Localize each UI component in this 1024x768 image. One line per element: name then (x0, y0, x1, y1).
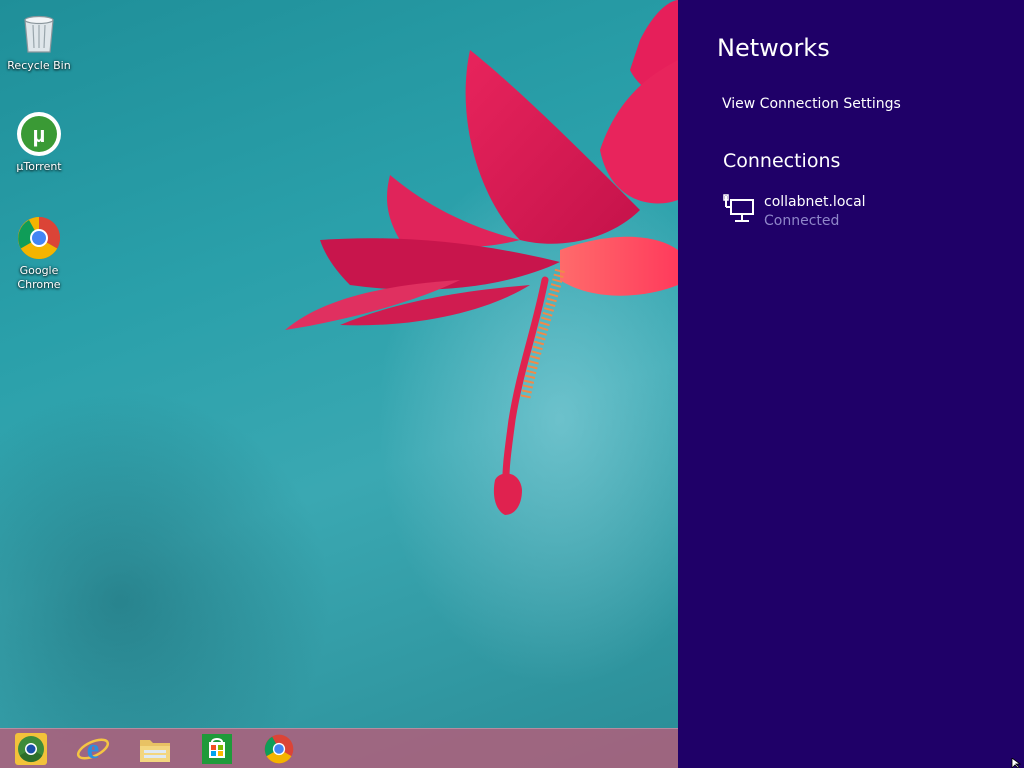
mouse-cursor-icon (1011, 758, 1022, 768)
desktop-icon-label: Recycle Bin (7, 59, 71, 72)
desktop[interactable]: Recycle Bin µ µTorrent Google Chrome e (0, 0, 678, 768)
networks-pane: Networks View Connection Settings Connec… (678, 0, 1024, 768)
recycle-bin-icon (16, 10, 62, 56)
network-status: Connected (764, 213, 840, 229)
desktop-icon-label: Google Chrome (17, 264, 61, 291)
desktop-icon-utorrent[interactable]: µ µTorrent (1, 111, 77, 174)
taskbar: e (0, 728, 678, 768)
view-connection-settings-link[interactable]: View Connection Settings (722, 96, 901, 112)
chrome-canary-icon (14, 732, 48, 766)
chrome-icon (262, 732, 296, 766)
taskbar-item-file-explorer[interactable] (124, 729, 186, 768)
taskbar-item-chrome-canary[interactable] (0, 729, 62, 768)
utorrent-icon: µ (16, 111, 62, 157)
store-icon (200, 732, 234, 766)
taskbar-item-store[interactable] (186, 729, 248, 768)
pane-title: Networks (717, 34, 830, 62)
network-item-text: collabnet.local Connected (764, 193, 866, 231)
desktop-icon-google-chrome[interactable]: Google Chrome (1, 215, 77, 292)
network-item-collabnet[interactable]: collabnet.local Connected (722, 193, 992, 239)
desktop-icon-recycle-bin[interactable]: Recycle Bin (1, 10, 77, 73)
chrome-icon (16, 215, 62, 261)
screen: Recycle Bin µ µTorrent Google Chrome e N… (0, 0, 1024, 768)
connections-heading: Connections (723, 150, 841, 172)
taskbar-item-internet-explorer[interactable]: e (62, 729, 124, 768)
svg-text:µ: µ (33, 122, 46, 147)
svg-text:e: e (87, 734, 99, 765)
file-explorer-icon (138, 732, 172, 766)
desktop-icon-label: µTorrent (16, 160, 62, 173)
wallpaper-flower (285, 0, 678, 515)
internet-explorer-icon: e (76, 732, 110, 766)
wired-network-icon (723, 194, 754, 222)
network-name: collabnet.local (764, 194, 866, 210)
taskbar-item-chrome[interactable] (248, 729, 310, 768)
